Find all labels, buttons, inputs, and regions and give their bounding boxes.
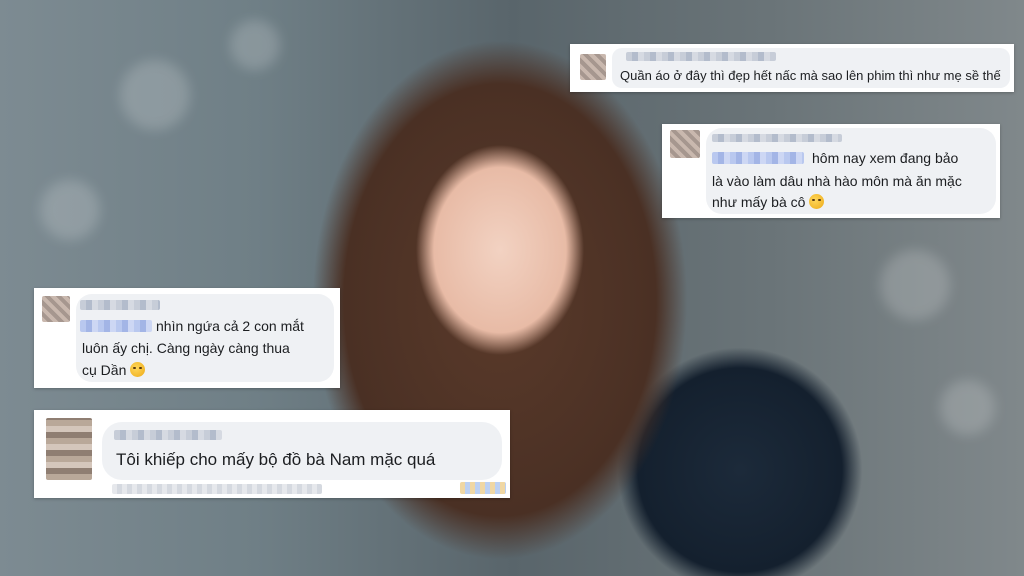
avatar	[670, 130, 700, 158]
laughing-emoji-icon	[809, 194, 825, 209]
blurred-username	[712, 134, 842, 142]
bokeh-light	[880, 250, 950, 320]
avatar	[42, 296, 70, 322]
comment-line-with-emoji: như mấy bà cô	[712, 194, 825, 210]
avatar	[580, 54, 606, 80]
comment-line: cụ Dần	[82, 362, 127, 378]
comment-line: luôn ấy chị. Càng ngày càng thua	[82, 340, 290, 356]
blurred-username	[114, 430, 222, 440]
bokeh-light	[940, 380, 995, 435]
comment-bubble: Tôi khiếp cho mấy bộ đồ bà Nam mặc quá	[102, 422, 502, 480]
bokeh-light	[230, 20, 280, 70]
comment-card-3: nhìn ngứa cả 2 con mắt luôn ấy chị. Càng…	[34, 288, 340, 388]
comment-line: như mấy bà cô	[712, 194, 806, 210]
comment-line-with-emoji: cụ Dần	[82, 362, 146, 378]
comment-line: nhìn ngứa cả 2 con mắt	[156, 318, 304, 334]
bokeh-light	[120, 60, 190, 130]
comment-line: là vào làm dâu nhà hào môn mà ăn mặc	[712, 173, 962, 189]
comment-bubble: Quần áo ở đây thì đẹp hết nấc mà sao lên…	[612, 48, 1010, 88]
comment-bubble: hôm nay xem đang bảo là vào làm dâu nhà …	[706, 128, 996, 214]
blurred-username	[80, 300, 160, 310]
comment-card-1: Quần áo ở đây thì đẹp hết nấc mà sao lên…	[570, 44, 1014, 92]
comment-bubble: nhìn ngứa cả 2 con mắt luôn ấy chị. Càng…	[76, 294, 334, 382]
comment-text: Quần áo ở đây thì đẹp hết nấc mà sao lên…	[620, 68, 1001, 83]
blurred-tag	[712, 152, 804, 164]
blurred-actions	[112, 484, 322, 494]
laughing-emoji-icon	[130, 362, 146, 377]
comment-line: hôm nay xem đang bảo	[812, 150, 959, 166]
comment-text: Tôi khiếp cho mấy bộ đồ bà Nam mặc quá	[116, 450, 436, 469]
bokeh-light	[40, 180, 100, 240]
comment-card-4: Tôi khiếp cho mấy bộ đồ bà Nam mặc quá	[34, 410, 510, 498]
blurred-reactions	[460, 482, 506, 494]
comment-card-2: hôm nay xem đang bảo là vào làm dâu nhà …	[662, 124, 1000, 218]
avatar	[46, 418, 92, 480]
blurred-username	[626, 52, 776, 61]
blurred-tag	[80, 320, 152, 332]
